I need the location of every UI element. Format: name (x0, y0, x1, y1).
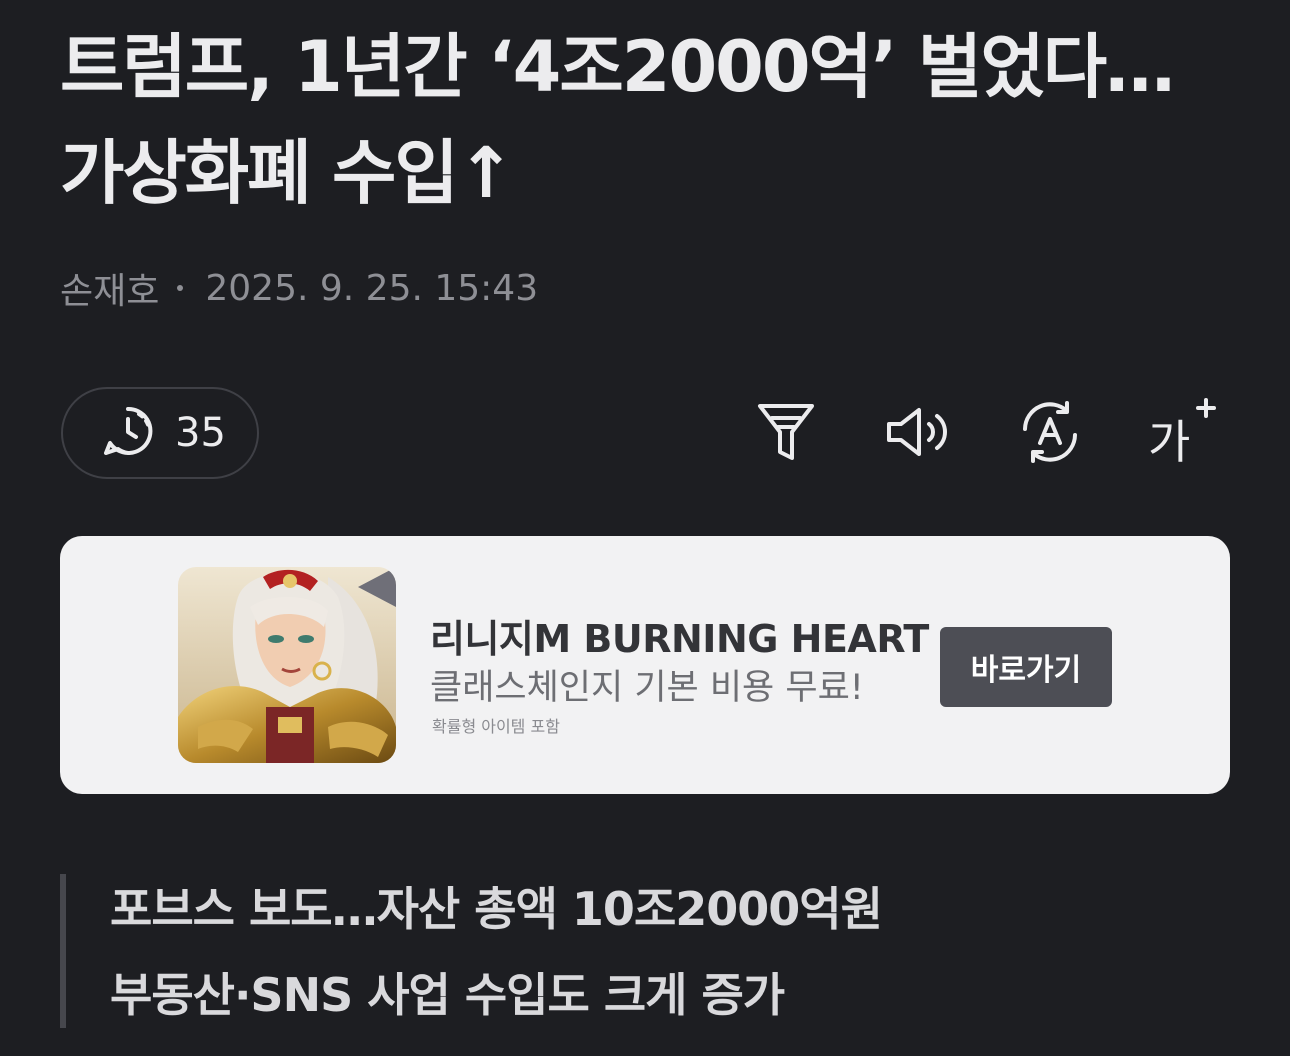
headline-line-1: 트럼프, 1년간 ‘4조2000억’ 벌었다… (60, 26, 1175, 108)
separator-dot (177, 285, 184, 291)
article-meta: 손재호 2025. 9. 25. 15:43 (60, 262, 538, 314)
publish-datetime: 2025. 9. 25. 15:43 (205, 267, 539, 309)
subheadline-1: 포브스 보도…자산 총액 10조2000억원 (110, 882, 883, 936)
author-name[interactable]: 손재호 (60, 262, 159, 314)
subheadline-2: 부동산·SNS 사업 수입도 크게 증가 (110, 968, 785, 1022)
ad-title: 리니지M BURNING HEART (430, 617, 929, 661)
article-headline: 트럼프, 1년간 ‘4조2000억’ 벌었다… 가상화폐 수입↑ (60, 14, 1240, 226)
translate-button[interactable] (1014, 398, 1086, 470)
summary-button[interactable] (750, 398, 822, 470)
font-size-glyph: 가 (1148, 415, 1191, 469)
ad-disclaimer: 확률형 아이템 포함 (432, 717, 560, 736)
summary-filter-icon (756, 400, 816, 468)
ad-game-character-image[interactable] (178, 567, 396, 763)
comments-button[interactable]: 35 (61, 387, 259, 479)
comment-clock-icon (101, 404, 155, 462)
article-toolbar: 가 (740, 398, 1230, 470)
article-subheadlines: 포브스 보도…자산 총액 10조2000억원 부동산·SNS 사업 수입도 크게… (60, 874, 1236, 1028)
ad-description: 클래스체인지 기본 비용 무료! (430, 668, 864, 708)
read-aloud-button[interactable] (882, 398, 954, 470)
comment-count: 35 (175, 410, 226, 456)
ad-go-button[interactable]: 바로가기 (940, 627, 1112, 707)
font-size-icon: 가 (1146, 398, 1218, 470)
font-size-button[interactable]: 가 (1146, 398, 1218, 470)
translate-icon (1017, 399, 1083, 469)
advertisement-banner[interactable]: 리니지M BURNING HEART 클래스체인지 기본 비용 무료! 확률형 … (60, 536, 1230, 794)
speaker-icon (883, 402, 953, 466)
headline-line-2: 가상화폐 수입↑ (60, 132, 515, 214)
